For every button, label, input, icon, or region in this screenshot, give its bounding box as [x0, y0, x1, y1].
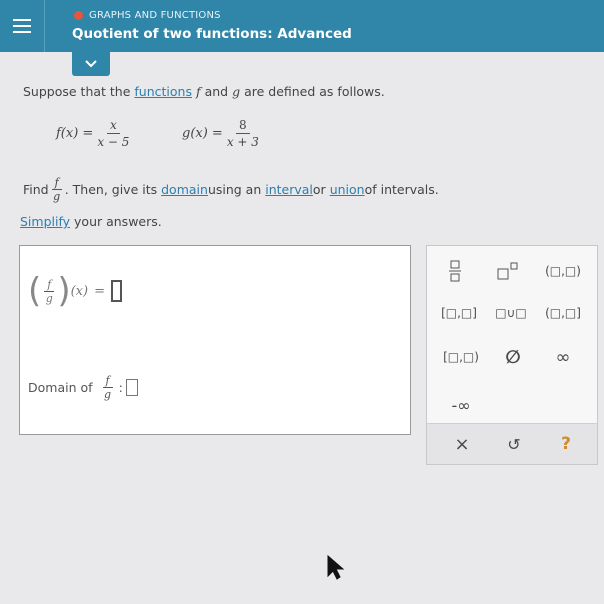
open-closed-interval-button[interactable]: (□,□]	[539, 300, 587, 326]
union-button[interactable]: □∪□	[487, 300, 535, 326]
infinity-button[interactable]: ∞	[543, 344, 583, 370]
answer-area: ( f g ) (x) = Domain of f g :	[19, 245, 411, 435]
mouse-cursor-icon	[327, 554, 345, 580]
quotient-expression: ( f g ) (x) =	[28, 274, 122, 308]
chevron-down-icon	[85, 60, 97, 68]
quotient-answer-input[interactable]	[111, 280, 122, 302]
undo-button[interactable]: ↺	[489, 430, 539, 458]
functions-link[interactable]: functions	[134, 84, 192, 99]
topic-label: GRAPHS AND FUNCTIONS	[74, 10, 221, 21]
g-fraction: 8 x + 3	[226, 118, 259, 149]
closed-closed-interval-button[interactable]: [□,□]	[435, 300, 483, 326]
clear-button[interactable]: ×	[437, 430, 487, 458]
header-bar: GRAPHS AND FUNCTIONS Quotient of two fun…	[0, 0, 604, 52]
exponent-button[interactable]	[491, 258, 525, 284]
page-title: Quotient of two functions: Advanced	[72, 26, 352, 42]
simplify-link[interactable]: Simplify	[20, 214, 70, 229]
negative-infinity-button[interactable]: -∞	[439, 392, 483, 418]
help-button[interactable]: ?	[541, 430, 591, 458]
domain-fraction: f g	[102, 374, 113, 401]
domain-row: Domain of f g :	[28, 374, 138, 401]
simplify-instruction: Simplify your answers.	[20, 214, 162, 229]
status-dot-icon	[74, 11, 83, 20]
domain-link[interactable]: domain	[161, 182, 208, 197]
math-palette: (□,□) [□,□] □∪□ (□,□] [□,□) ∅ ∞ -∞ × ↺ ?	[426, 245, 598, 465]
exponent-template-icon	[497, 262, 518, 280]
domain-answer-input[interactable]	[125, 379, 138, 396]
collapse-button[interactable]	[72, 52, 110, 76]
palette-footer: × ↺ ?	[427, 423, 597, 464]
question-intro: Suppose that the functions f and g are d…	[23, 84, 385, 99]
find-instruction: Find f g . Then, give its domain using a…	[23, 176, 439, 203]
menu-icon[interactable]	[0, 0, 45, 52]
fraction-button[interactable]	[441, 258, 469, 284]
open-open-interval-button[interactable]: (□,□)	[541, 258, 585, 284]
closed-open-interval-button[interactable]: [□,□)	[435, 344, 487, 370]
interval-link[interactable]: interval	[265, 182, 313, 197]
find-fraction: f g	[51, 176, 62, 203]
g-definition: g(x) = 8 x + 3	[182, 118, 259, 149]
union-link[interactable]: union	[330, 182, 365, 197]
empty-set-button[interactable]: ∅	[493, 344, 533, 370]
answer-fraction: f g	[44, 277, 55, 305]
fraction-template-icon	[449, 260, 461, 282]
f-definition: f(x) = x x − 5	[56, 118, 130, 149]
topic-text: GRAPHS AND FUNCTIONS	[89, 10, 221, 21]
f-fraction: x x − 5	[97, 118, 130, 149]
